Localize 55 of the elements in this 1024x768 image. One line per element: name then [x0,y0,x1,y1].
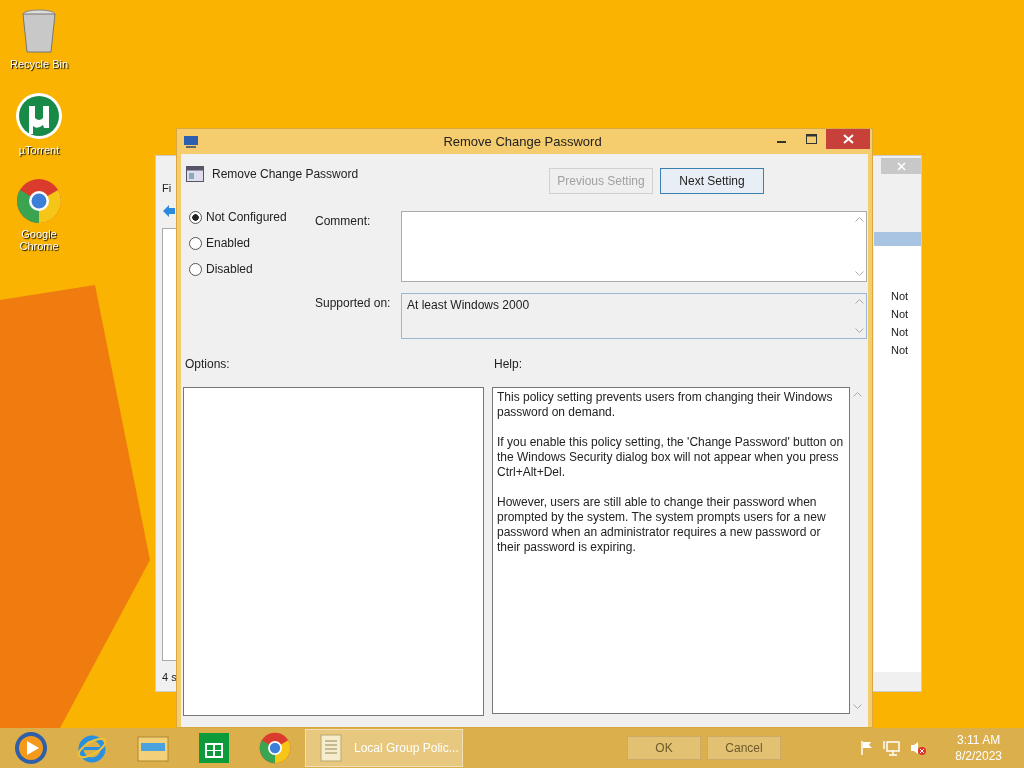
dialog-button[interactable]: OK [627,736,701,760]
radio-circle[interactable] [189,210,202,224]
maximize-icon [805,134,817,144]
list-cell-text: Not [890,344,910,358]
speaker-muted-icon[interactable] [909,740,928,756]
window-title: Remove Change Password [442,134,603,149]
minimize-icon [776,141,786,143]
comment-label: Comment: [315,213,372,230]
policy-setting-icon [186,166,204,182]
store-bag-icon[interactable] [198,733,229,763]
dialog-button[interactable]: Cancel [707,736,781,760]
torrent-app-icon[interactable] [15,92,63,140]
recycle-bin-icon[interactable] [19,8,59,54]
scroll-up-icon[interactable] [854,298,864,304]
options-label: Options: [185,357,231,373]
list-cell-text: Not [890,308,910,322]
help-paragraph: However, users are still able to change their password when prompted by the system. The system prompts users for a new password when an administrator requires a new password or their password is expiring. [497,495,827,555]
help-paragraph: If you enable this policy setting, the 'Change Password' button on the Windows Security dialog box will not appear when you press Ctrl+Alt+Del. [497,435,845,480]
back-arrow-icon[interactable] [162,204,176,218]
radio-circle[interactable] [189,236,202,250]
help-paragraph: This policy setting prevents users from changing their Windows password on demand. [497,390,834,420]
media-player-icon[interactable] [13,731,48,765]
radio-circle[interactable] [189,262,202,276]
policy-window-icon [183,134,199,149]
setting-nav-button[interactable]: Next Setting [660,168,764,194]
scroll-down-icon[interactable] [854,271,864,276]
comment-field[interactable] [401,211,867,282]
close-icon [896,161,906,171]
clock-time[interactable]: 3:11 AM [957,732,1001,748]
help-label: Help: [494,357,522,373]
status-text: 4 s [162,671,178,685]
radio-option[interactable]: Disabled [189,262,315,276]
list-cell-text: Not [890,326,910,340]
network-icon[interactable] [883,740,902,756]
clock-date[interactable]: 8/2/2023 [955,748,1002,764]
radio-option[interactable]: Enabled [189,236,315,250]
radio-label[interactable]: Enabled [206,236,251,250]
scroll-down-icon[interactable] [852,704,862,709]
radio-option[interactable]: Not Configured [189,210,315,224]
close-button[interactable] [826,129,870,149]
supported-label: Supported on: [315,294,392,312]
list-cell-text: Not [890,290,910,304]
chrome-icon[interactable] [16,178,62,224]
radio-label[interactable]: Disabled [206,262,253,276]
setting-heading: Remove Change Password [212,166,359,181]
scroll-up-icon[interactable] [854,217,864,222]
scroll-down-icon[interactable] [854,327,864,333]
scroll-document-icon [318,733,344,763]
taskbar-window-label: Local Group Polic... [354,741,459,755]
supported-value: At least Windows 2000 [406,296,531,314]
scroll-up-icon[interactable] [852,392,862,397]
folder-icon[interactable] [136,733,169,763]
radio-label[interactable]: Not Configured [206,210,287,224]
close-icon [842,134,854,144]
chrome-icon[interactable] [258,732,291,764]
